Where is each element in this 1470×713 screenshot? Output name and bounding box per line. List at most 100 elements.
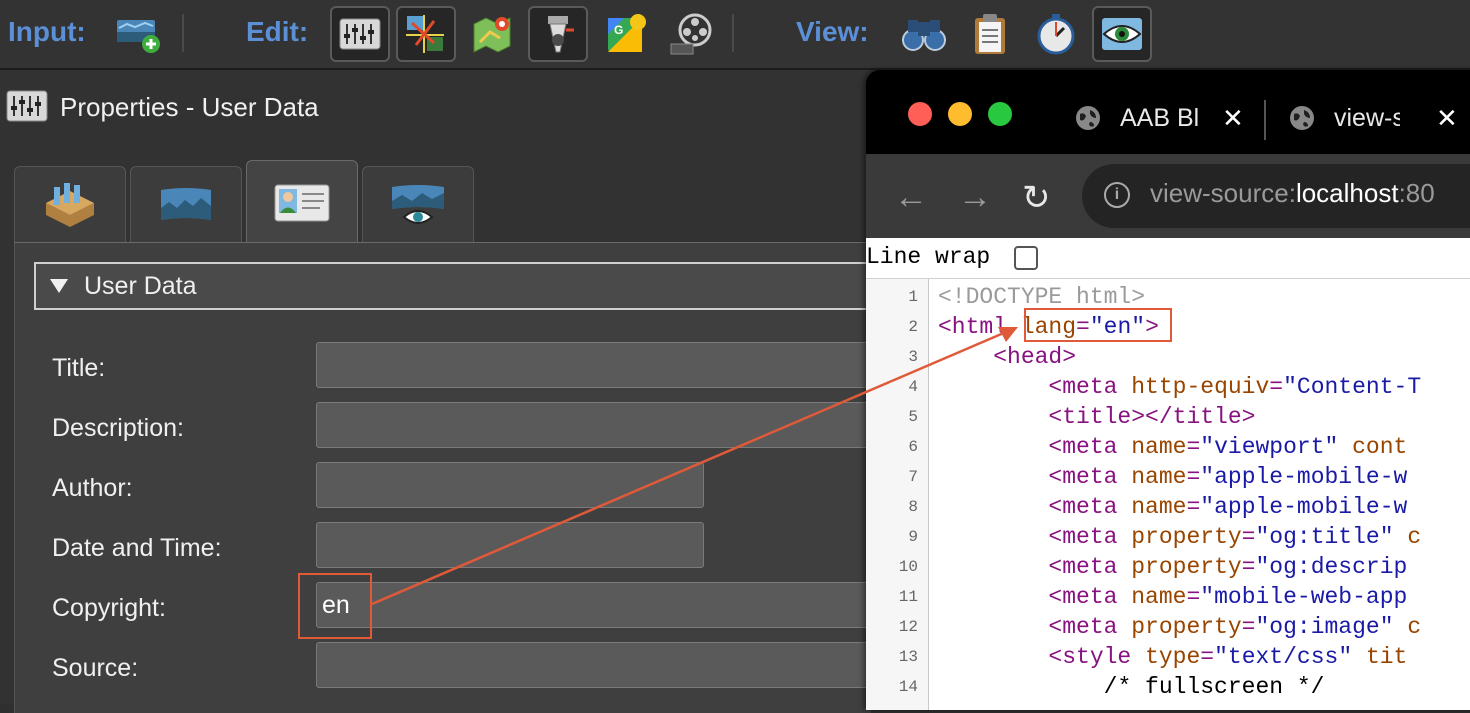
copyright-label: Copyright: [52, 594, 166, 622]
zoom-window-button[interactable] [988, 102, 1012, 126]
code-line: /* fullscreen */ [1103, 674, 1325, 700]
line-number: 12 [898, 618, 918, 636]
browser-navbar: ← → ↻ i view-source:localhost:80 [866, 154, 1470, 238]
title-label: Title: [52, 354, 106, 382]
code-line: <meta property="og:title" c [1048, 524, 1422, 550]
code-line: <meta property="og:image" c [1048, 614, 1422, 640]
back-arrow-icon[interactable]: ← [894, 178, 928, 217]
line-number-gutter [866, 279, 929, 710]
source-field[interactable] [316, 642, 876, 688]
line-number: 11 [898, 588, 918, 606]
tab-project[interactable] [14, 166, 126, 242]
code-line: <head> [993, 344, 1077, 370]
main-toolbar: Input: Edit: G View: [0, 0, 1470, 70]
toolbar-separator [182, 14, 184, 52]
code-line: <style type="text/css" tit [1048, 644, 1408, 670]
map-icon[interactable] [462, 6, 522, 62]
svg-text:G: G [614, 23, 623, 37]
view-label: View: [796, 16, 869, 47]
section-title: User Data [84, 272, 197, 300]
binoculars-icon[interactable] [894, 6, 954, 62]
line-wrap-bar: Line wrap [866, 238, 1470, 279]
code-line: <meta name="apple-mobile-w [1048, 464, 1408, 490]
date-time-field[interactable] [316, 522, 704, 568]
url-text: view-source:localhost:80 [1150, 178, 1435, 209]
tab-user-data[interactable] [246, 160, 358, 244]
line-number: 7 [908, 468, 918, 486]
line-number: 4 [908, 378, 918, 396]
disclosure-triangle-icon [50, 279, 68, 293]
copyright-highlight-box [298, 573, 372, 639]
close-tab-icon[interactable]: ✕ [1436, 103, 1458, 134]
browser-tab[interactable]: AAB Bl ✕ [1074, 98, 1254, 138]
line-number: 8 [908, 498, 918, 516]
project-box-icon [46, 182, 94, 227]
google-maps-icon[interactable]: G [596, 6, 656, 62]
timer-icon[interactable] [1026, 6, 1086, 62]
code-line: <meta name="viewport" cont [1048, 434, 1408, 460]
author-field[interactable] [316, 462, 704, 508]
title-field[interactable] [316, 342, 876, 388]
code-line: <!DOCTYPE html> [938, 284, 1146, 310]
code-line: <meta http-equiv="Content-T [1048, 374, 1422, 400]
control-points-icon[interactable] [396, 6, 456, 62]
user-card-icon [274, 184, 330, 221]
properties-icon [6, 90, 48, 122]
line-number: 3 [908, 348, 918, 366]
panorama-icon [161, 187, 211, 220]
panel-title: Properties - User Data [60, 92, 319, 122]
line-number: 1 [908, 288, 918, 306]
code-line: <meta property="og:descrip [1048, 554, 1408, 580]
url-port: :80 [1398, 178, 1435, 208]
tour-icon[interactable] [528, 6, 588, 62]
line-number: 10 [898, 558, 918, 576]
line-wrap-checkbox[interactable] [1014, 246, 1038, 270]
info-icon[interactable]: i [1104, 182, 1130, 208]
line-number: 5 [908, 408, 918, 426]
properties-panel: Properties - User Data User Data Title: … [0, 70, 876, 713]
close-window-button[interactable] [908, 102, 932, 126]
source-label: Source: [52, 654, 139, 682]
line-number: 13 [898, 648, 918, 666]
properties-icon[interactable] [330, 6, 390, 62]
tab-title: view-sc [1334, 103, 1400, 132]
animation-icon[interactable] [662, 6, 722, 62]
copyright-field[interactable]: en [316, 582, 876, 628]
line-number: 2 [908, 318, 918, 336]
url-host: localhost [1295, 178, 1399, 208]
url-scheme: view-source: [1150, 178, 1296, 208]
line-wrap-label: Line wrap [866, 244, 991, 270]
panorama-viewer-icon [392, 184, 444, 224]
code-line: <meta name="mobile-web-app [1048, 584, 1408, 610]
input-label: Input: [8, 16, 86, 47]
clipboard-icon[interactable] [960, 6, 1020, 62]
address-bar[interactable]: i view-source:localhost:80 [1082, 164, 1470, 228]
description-field[interactable] [316, 402, 876, 448]
browser-titlebar: AAB Bl ✕ view-sc ✕ [866, 70, 1470, 154]
toolbar-separator [732, 14, 734, 52]
line-number: 14 [898, 678, 918, 696]
preview-eye-icon[interactable] [1092, 6, 1152, 62]
tab-title: AAB Bl [1120, 103, 1198, 132]
forward-arrow-icon[interactable]: → [958, 178, 992, 217]
section-header-user-data[interactable]: User Data [34, 262, 870, 310]
close-tab-icon[interactable]: ✕ [1222, 103, 1244, 134]
lang-highlight-box [1024, 308, 1172, 342]
code-line: <title></title> [1048, 404, 1256, 430]
code-line: <meta name="apple-mobile-w [1048, 494, 1408, 520]
date-time-label: Date and Time: [52, 534, 222, 562]
globe-icon [1076, 106, 1100, 130]
browser-window: AAB Bl ✕ view-sc ✕ ← → ↻ i view-source:l… [866, 70, 1470, 710]
edit-label: Edit: [246, 16, 309, 47]
tab-divider [1264, 100, 1266, 140]
author-label: Author: [52, 474, 133, 502]
line-number: 6 [908, 438, 918, 456]
tab-panorama[interactable] [130, 166, 242, 242]
minimize-window-button[interactable] [948, 102, 972, 126]
description-label: Description: [52, 414, 184, 442]
reload-icon[interactable]: ↻ [1022, 178, 1051, 218]
tab-viewer[interactable] [362, 166, 474, 242]
line-number: 9 [908, 528, 918, 546]
add-panorama-icon[interactable] [108, 6, 168, 62]
browser-tab-active[interactable]: view-sc ✕ [1288, 98, 1468, 138]
